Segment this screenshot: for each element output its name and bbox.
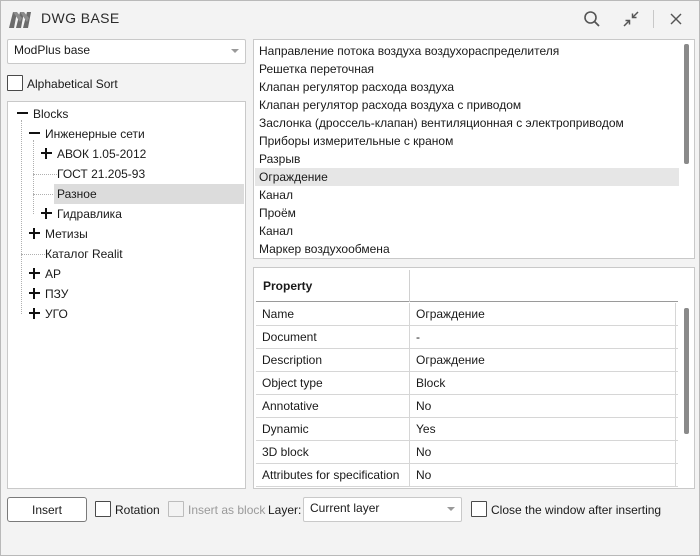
insert-as-block-checkbox[interactable] [168,501,184,517]
expand-icon[interactable] [29,308,40,319]
properties-header: Property [256,270,678,302]
list-item[interactable]: Заслонка (дроссель-клапан) вентиляционна… [255,114,679,132]
list-item-selected[interactable]: Ограждение [255,168,679,186]
expand-icon[interactable] [41,208,52,219]
property-key: Object type [256,372,410,394]
insert-as-block-label: Insert as block [188,503,266,517]
close-icon [670,13,682,25]
tree-guide-line [21,254,45,255]
property-key: Dynamic [256,418,410,440]
title-bar: DWG BASE [1,1,699,37]
tree-guide-line [33,140,34,214]
expand-icon[interactable] [29,228,40,239]
properties-grid: Property Name Ограждение Document - Desc… [253,267,695,489]
property-key: Annotative [256,395,410,417]
list-item[interactable]: Канал [255,222,679,240]
close-after-insert-label: Close the window after inserting [491,503,662,517]
expand-icon[interactable] [29,288,40,299]
tree-guide-line [21,120,22,314]
search-button[interactable] [579,7,605,31]
app-logo-icon [9,12,31,28]
insert-button-label: Insert [31,502,62,517]
close-after-insert-checkbox[interactable] [471,501,487,517]
blocks-list-scrollbar[interactable] [684,44,689,164]
table-row[interactable]: Attributes for specification No [256,464,678,487]
tree-node-label: Гидравлика [57,207,122,221]
list-item[interactable]: Направление потока воздуха воздухораспре… [255,42,679,60]
tree-node-label: Метизы [45,227,88,241]
layer-select[interactable]: Current layer [303,497,462,522]
chevron-down-icon [231,49,239,53]
tree-node-label: ПЗУ [45,287,69,301]
expand-icon[interactable] [29,268,40,279]
list-item[interactable]: Канал [255,186,679,204]
tree-node-label: Инженерные сети [45,127,145,141]
alphabetical-sort-label: Alphabetical Sort [27,77,118,91]
tree-node-label: АР [45,267,62,281]
window-title: DWG BASE [41,10,120,26]
tree-node-misc[interactable]: Разное [54,184,244,204]
property-value: Ограждение [410,303,676,325]
property-value: No [410,395,676,417]
list-item[interactable]: Решетка переточная [255,60,679,78]
tree-node-label: Разное [57,187,97,201]
property-value: Yes [410,418,676,440]
tree-node-label: АВОК 1.05-2012 [57,147,147,161]
blocks-list[interactable]: Направление потока воздуха воздухораспре… [253,39,695,259]
table-row[interactable]: Document - [256,326,678,349]
table-row[interactable]: 3D block No [256,441,678,464]
properties-scrollbar[interactable] [684,308,689,434]
tree-node-label: Каталог Realit [45,247,123,261]
property-column-header: Property [256,270,410,302]
property-key: Document [256,326,410,348]
source-select[interactable]: ModPlus base [7,39,246,64]
property-key: Description [256,349,410,371]
property-value: No [410,464,676,486]
source-select-value: ModPlus base [14,43,91,57]
table-row[interactable]: Description Ограждение [256,349,678,372]
list-item[interactable]: Маркер воздухообмена [255,240,679,258]
property-key: Attributes for specification [256,464,410,486]
expand-icon[interactable] [41,148,52,159]
rotation-checkbox[interactable] [95,501,111,517]
search-icon [584,11,600,27]
table-row[interactable]: Name Ограждение [256,303,678,326]
property-key: 3D block [256,441,410,463]
layer-select-value: Current layer [310,501,380,515]
property-value: No [410,441,676,463]
chevron-down-icon [447,507,455,511]
category-tree[interactable]: Blocks Инженерные сети АВОК 1.05-2012 ГО… [7,101,246,489]
property-value: Block [410,372,676,394]
tree-node-label: Blocks [33,107,69,121]
property-value: Ограждение [410,349,676,371]
insert-button[interactable]: Insert [7,497,87,522]
collapse-icon[interactable] [17,108,28,119]
close-button[interactable] [663,7,689,31]
alphabetical-sort-checkbox[interactable] [7,75,23,91]
list-item[interactable]: Приборы измерительные с краном [255,132,679,150]
collapse-arrows-icon [623,11,639,27]
list-item[interactable]: Клапан регулятор расхода воздуха с приво… [255,96,679,114]
collapse-window-button[interactable] [618,7,644,31]
collapse-icon[interactable] [29,128,40,139]
tree-node-label: УГО [45,307,68,321]
list-item[interactable]: Клапан регулятор расхода воздуха [255,78,679,96]
list-item[interactable]: Разрыв [255,150,679,168]
property-value: - [410,326,676,348]
tree-node-gost[interactable]: ГОСТ 21.205-93 [54,164,145,184]
title-separator [653,10,654,28]
table-row[interactable]: Annotative No [256,395,678,418]
rotation-label: Rotation [115,503,160,517]
list-item[interactable]: Проём [255,204,679,222]
dwg-base-window: DWG BASE ModPlus base Alphabetical Sort … [0,0,700,556]
table-row[interactable]: Object type Block [256,372,678,395]
table-row[interactable]: Dynamic Yes [256,418,678,441]
property-key: Name [256,303,410,325]
tree-node-label: ГОСТ 21.205-93 [57,167,146,181]
layer-label: Layer: [268,503,302,517]
